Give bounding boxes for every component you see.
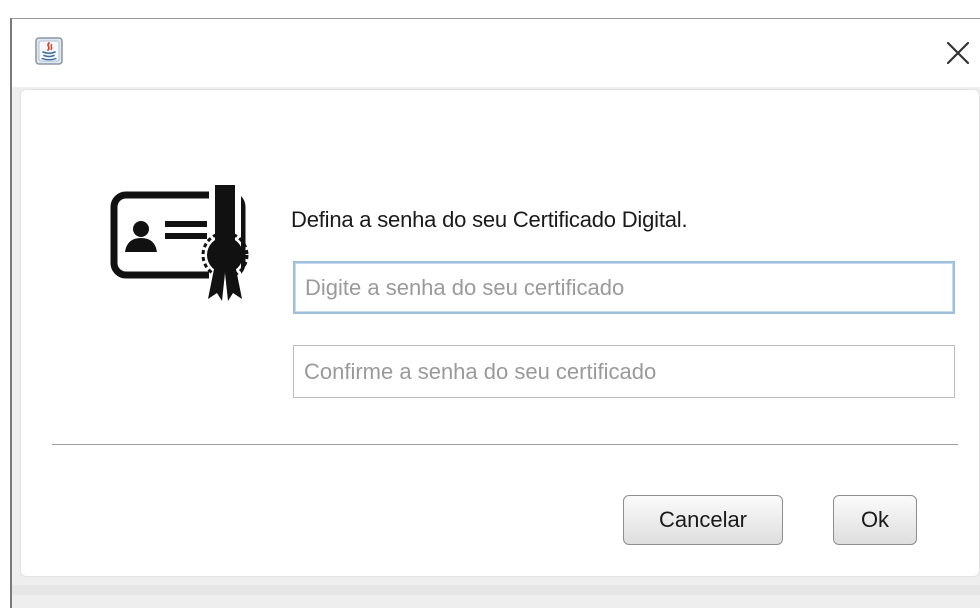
close-button[interactable] xyxy=(940,35,976,71)
close-icon xyxy=(946,41,970,65)
digital-certificate-icon xyxy=(110,185,249,303)
password-input[interactable] xyxy=(293,261,955,314)
confirm-password-input[interactable] xyxy=(293,345,955,398)
cancel-button[interactable]: Cancelar xyxy=(623,495,783,545)
dialog-window: Defina a senha do seu Certificado Digita… xyxy=(10,18,980,608)
title-bar xyxy=(12,19,980,87)
separator xyxy=(52,444,958,445)
window-bottom-edge xyxy=(12,585,980,595)
java-icon xyxy=(35,37,63,65)
dialog-content: Defina a senha do seu Certificado Digita… xyxy=(20,89,980,577)
prompt-text: Defina a senha do seu Certificado Digita… xyxy=(291,207,688,232)
ok-button[interactable]: Ok xyxy=(833,495,917,545)
